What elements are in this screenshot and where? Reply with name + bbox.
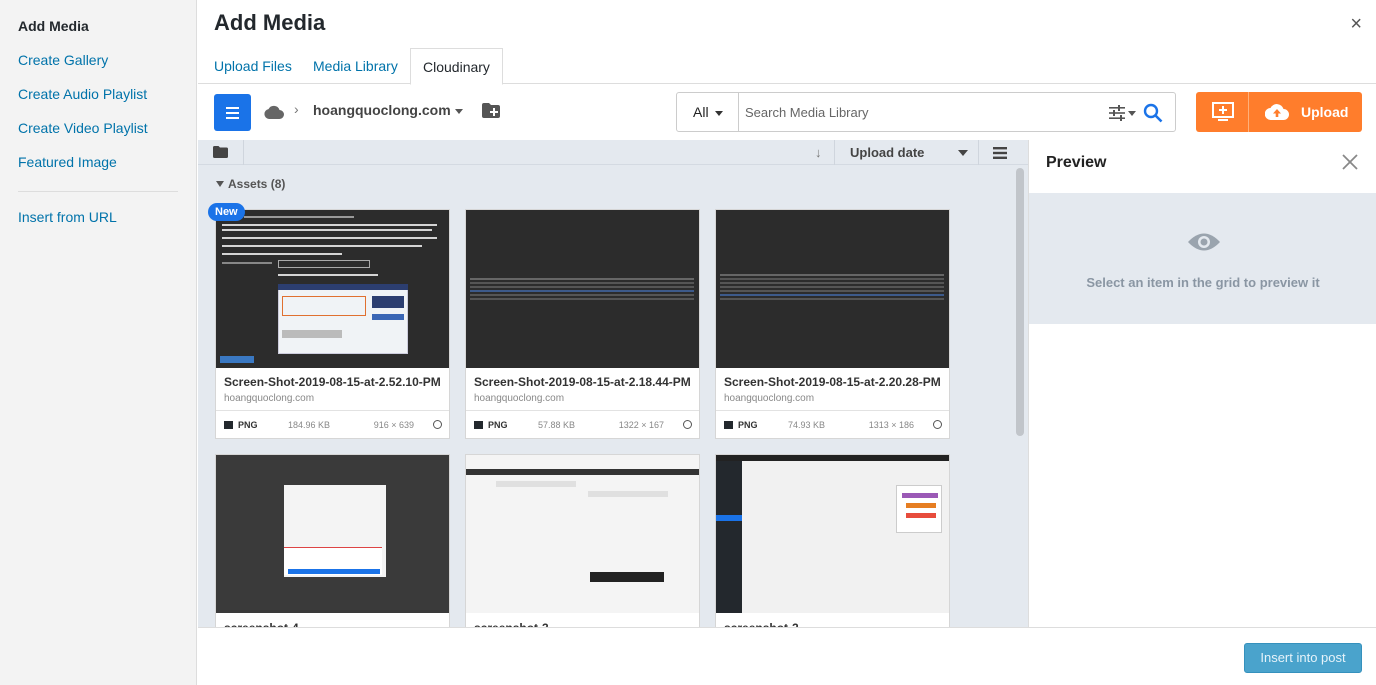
- menu-item-create-audio-playlist[interactable]: Create Audio Playlist: [0, 77, 196, 111]
- media-frame-main: Add Media × Upload Files Media Library C…: [198, 0, 1376, 685]
- search-filter-label: All: [693, 104, 709, 120]
- breadcrumb-separator: ›: [294, 101, 299, 117]
- asset-name: Screen-Shot-2019-08-15-at-2.20.28-PM: [724, 375, 941, 389]
- image-icon: [224, 421, 233, 429]
- eye-icon: [1188, 233, 1220, 251]
- image-icon: [474, 421, 483, 429]
- filter-settings-icon[interactable]: [1109, 105, 1137, 121]
- globe-icon[interactable]: [933, 420, 942, 429]
- asset-card[interactable]: Screen-Shot-2019-08-15-at-2.18.44-PM hoa…: [465, 209, 700, 439]
- preview-message: Select an item in the grid to preview it: [1086, 275, 1320, 290]
- hamburger-icon-line: [226, 112, 239, 114]
- asset-format: PNG: [488, 420, 508, 430]
- search-icon[interactable]: [1143, 103, 1163, 123]
- menu-item-create-gallery[interactable]: Create Gallery: [0, 43, 196, 77]
- asset-name: Screen-Shot-2019-08-15-at-2.18.44-PM: [474, 375, 691, 389]
- search-box: All: [676, 92, 1176, 132]
- asset-meta: PNG 74.93 KB 1313 × 186: [716, 410, 949, 438]
- close-icon[interactable]: [1342, 154, 1358, 170]
- menu-item-insert-from-url[interactable]: Insert from URL: [0, 200, 196, 234]
- asset-domain: hoangquoclong.com: [724, 393, 815, 404]
- menu-item-create-video-playlist[interactable]: Create Video Playlist: [0, 111, 196, 145]
- menu-item-add-media[interactable]: Add Media: [0, 9, 196, 43]
- folder-icon[interactable]: [213, 146, 228, 158]
- grid-header: ↓ Upload date: [198, 140, 1028, 165]
- asset-thumbnail: [466, 455, 699, 613]
- cloud-icon: [264, 105, 284, 119]
- chevron-down-icon[interactable]: [958, 150, 968, 156]
- page-title: Add Media: [214, 10, 326, 35]
- grid-scrollbar[interactable]: [1016, 168, 1024, 436]
- asset-name: Screen-Shot-2019-08-15-at-2.52.10-PM: [224, 375, 441, 389]
- asset-card[interactable]: screenshot-3: [465, 454, 700, 627]
- close-icon[interactable]: ×: [1350, 14, 1362, 34]
- cloud-upload-icon: [1265, 104, 1289, 120]
- asset-format: PNG: [738, 420, 758, 430]
- media-toolbar-bottom: Insert into post: [198, 627, 1376, 685]
- asset-dimensions: 916 × 639: [373, 420, 414, 430]
- asset-thumbnail: [216, 210, 449, 368]
- asset-card[interactable]: New Screen-Shot-2019-08-15-at-2.52.10-PM…: [208, 203, 450, 439]
- globe-icon[interactable]: [683, 420, 692, 429]
- asset-meta: PNG 57.88 KB 1322 × 167: [466, 410, 699, 438]
- preview-panel: Preview Select an item in the grid to pr…: [1028, 140, 1376, 627]
- header-divider: [834, 140, 835, 165]
- assets-section-toggle[interactable]: Assets (8): [216, 177, 285, 191]
- asset-domain: hoangquoclong.com: [224, 393, 315, 404]
- caret-down-icon: [216, 181, 224, 187]
- asset-card[interactable]: Screen-Shot-2019-08-15-at-2.20.28-PM hoa…: [715, 209, 950, 439]
- hamburger-icon-line: [226, 117, 239, 119]
- upload-button-group: Upload: [1196, 92, 1362, 132]
- asset-card[interactable]: screenshot-2: [715, 454, 950, 627]
- add-media-button[interactable]: [1196, 92, 1249, 132]
- asset-size: 184.96 KB: [288, 420, 331, 430]
- asset-meta: PNG 184.96 KB 916 × 639: [216, 410, 449, 438]
- breadcrumb-cloud-name[interactable]: hoangquoclong.com: [313, 102, 451, 118]
- tab-upload-files[interactable]: Upload Files: [202, 48, 304, 84]
- preview-title: Preview: [1046, 154, 1107, 171]
- tab-cloudinary[interactable]: Cloudinary: [410, 48, 503, 85]
- hamburger-icon: [226, 107, 239, 109]
- upload-button[interactable]: Upload: [1249, 92, 1362, 132]
- upload-label: Upload: [1301, 104, 1349, 120]
- asset-thumbnail: [216, 455, 449, 613]
- new-badge: New: [208, 203, 245, 221]
- add-folder-icon[interactable]: [482, 103, 500, 118]
- asset-thumbnail: [716, 455, 949, 613]
- asset-domain: hoangquoclong.com: [474, 393, 565, 404]
- chevron-down-icon[interactable]: [455, 109, 463, 114]
- search-filter-select[interactable]: All: [677, 93, 739, 131]
- add-media-icon: [1212, 102, 1234, 121]
- assets-count-label: Assets (8): [228, 177, 286, 191]
- globe-icon[interactable]: [433, 420, 442, 429]
- preview-placeholder: Select an item in the grid to preview it: [1029, 193, 1376, 324]
- sort-field-select[interactable]: Upload date: [850, 145, 924, 160]
- image-icon: [724, 421, 733, 429]
- asset-size: 57.88 KB: [538, 420, 576, 430]
- menu-item-featured-image[interactable]: Featured Image: [0, 145, 196, 179]
- chevron-down-icon: [715, 111, 723, 116]
- asset-dimensions: 1313 × 186: [868, 420, 914, 430]
- asset-dimensions: 1322 × 167: [618, 420, 664, 430]
- media-grid: ↓ Upload date Assets (8) New Screen-Shot…: [198, 140, 1028, 627]
- asset-size: 74.93 KB: [788, 420, 826, 430]
- hamburger-menu-button[interactable]: [214, 94, 251, 131]
- insert-into-post-button[interactable]: Insert into post: [1244, 643, 1362, 673]
- menu-separator: [18, 191, 178, 192]
- media-frame-menu: Add Media Create Gallery Create Audio Pl…: [0, 0, 197, 685]
- cloudinary-toolbar: › hoangquoclong.com All Search Media Lib…: [198, 85, 1376, 140]
- asset-thumbnail: [716, 210, 949, 368]
- header-divider: [978, 140, 979, 165]
- media-router-tabs: Upload Files Media Library Cloudinary: [198, 48, 1376, 85]
- sort-direction-icon[interactable]: ↓: [815, 145, 822, 160]
- list-view-icon[interactable]: [993, 147, 1007, 159]
- header-divider: [243, 140, 244, 165]
- asset-card[interactable]: screenshot-4: [215, 454, 450, 627]
- search-input[interactable]: [739, 93, 1099, 131]
- asset-thumbnail: [466, 210, 699, 368]
- asset-format: PNG: [238, 420, 258, 430]
- tab-media-library[interactable]: Media Library: [301, 48, 410, 84]
